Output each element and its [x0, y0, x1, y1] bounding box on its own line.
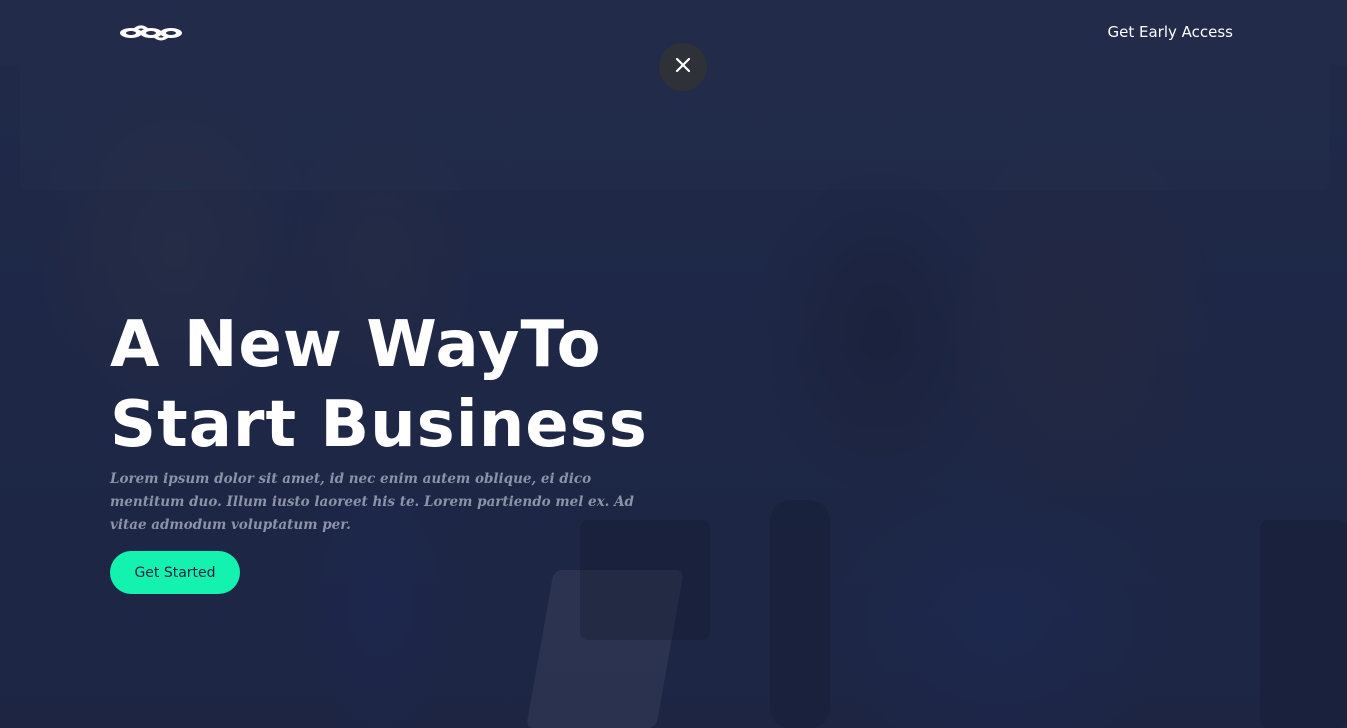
hero-description: Lorem ipsum dolor sit amet, id nec enim …	[110, 471, 634, 533]
hero-headline: A New WayTo Start Business	[110, 305, 730, 465]
close-icon	[675, 57, 691, 78]
landing-page: Get Early Access A New WayTo Start Busin…	[0, 0, 1347, 728]
get-early-access-link[interactable]: Get Early Access	[1107, 23, 1233, 41]
get-started-button[interactable]: Get Started	[110, 551, 240, 594]
hero-headline-line-1: A New WayTo	[110, 308, 602, 382]
hero-headline-line-2: Start Business	[110, 388, 648, 462]
close-button[interactable]	[659, 43, 707, 91]
chain-link-logo-icon[interactable]	[119, 22, 183, 44]
